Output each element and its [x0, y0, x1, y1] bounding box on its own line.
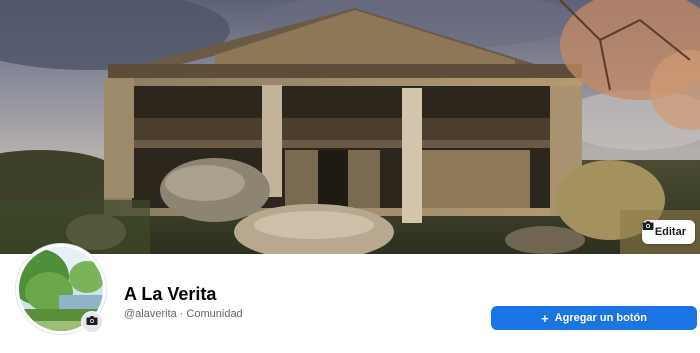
camera-icon — [86, 313, 98, 331]
cover-photo: Editar — [0, 0, 700, 254]
subtitle-separator: · — [179, 308, 184, 320]
cover-photo-image — [0, 0, 700, 254]
page-category: Comunidad — [186, 308, 243, 320]
plus-icon: + — [541, 310, 549, 326]
add-button-label: Agregar un botón — [554, 312, 647, 324]
edit-cover-button[interactable]: Editar — [641, 220, 695, 244]
page-subtitle: @alaverita · Comunidad — [124, 308, 243, 320]
add-button-button[interactable]: + Agregar un botón — [491, 306, 697, 330]
update-avatar-button[interactable] — [81, 311, 103, 333]
edit-cover-label: Editar — [654, 226, 686, 238]
page-handle: @alaverita — [124, 308, 177, 320]
page-title: A La Verita — [124, 284, 217, 304]
